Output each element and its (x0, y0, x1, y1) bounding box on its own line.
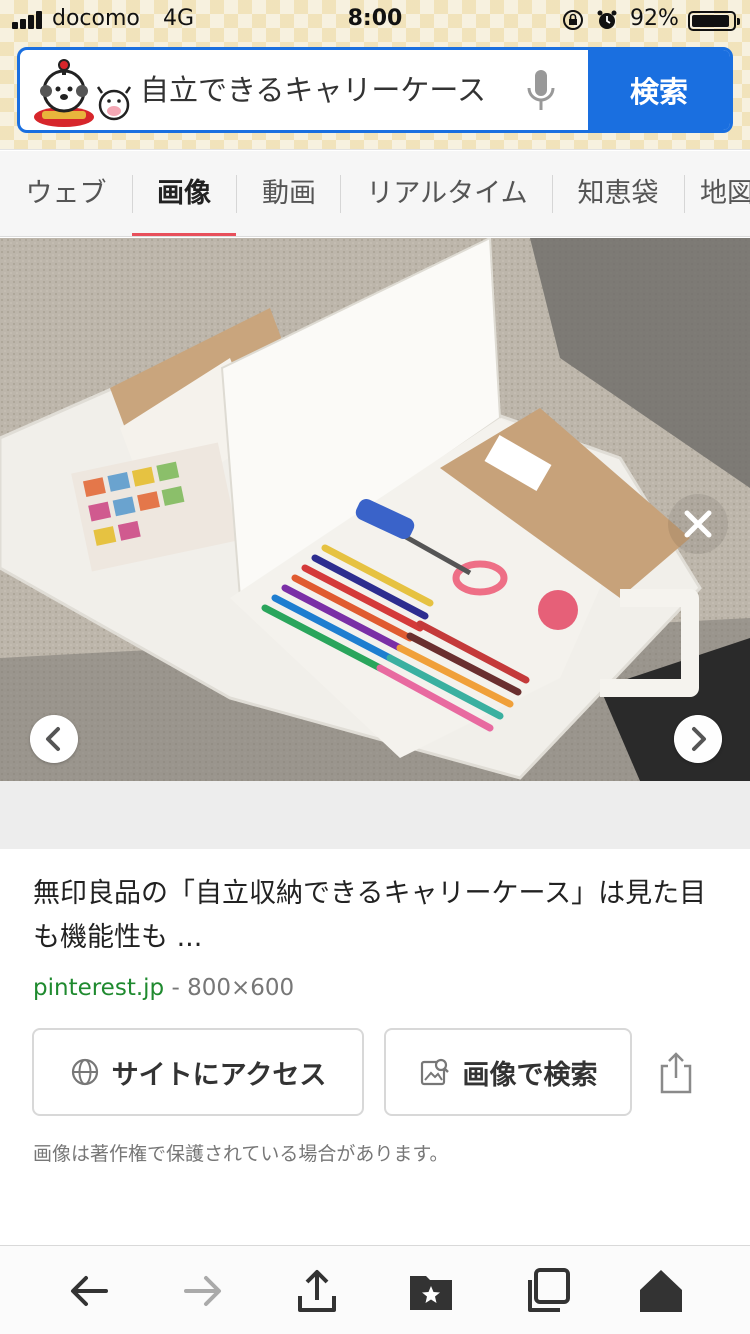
battery-icon (688, 11, 740, 31)
mascot-logo-icon (34, 59, 132, 127)
tab-images[interactable]: 画像 (132, 151, 236, 236)
result-photo[interactable] (0, 238, 750, 781)
tab-realtime[interactable]: リアルタイム (352, 151, 542, 236)
globe-icon (71, 1058, 98, 1086)
microphone-icon[interactable] (525, 68, 557, 114)
visit-site-button[interactable]: サイトにアクセス (32, 1028, 364, 1116)
image-search-label: 画像で検索 (462, 1059, 598, 1090)
tab-chiebukuro[interactable]: 知恵袋 (562, 151, 674, 236)
chevron-left-icon[interactable] (30, 715, 78, 763)
image-search-icon (420, 1058, 449, 1086)
bottom-toolbar (0, 1245, 750, 1334)
home-icon[interactable] (636, 1266, 686, 1316)
result-source: pinterest.jp - 800×600 (33, 975, 294, 1001)
share-icon[interactable] (656, 1050, 696, 1096)
upload-share-icon[interactable] (292, 1266, 342, 1316)
alarm-icon (597, 10, 617, 29)
visit-site-label: サイトにアクセス (111, 1059, 327, 1090)
status-bar: docomo 4G 8:00 92% (0, 0, 750, 40)
viewer-padding (0, 781, 750, 849)
tab-video[interactable]: 動画 (240, 151, 338, 236)
search-tabs: ウェブ 画像 動画 リアルタイム 知恵袋 地図 (0, 151, 750, 237)
battery-percent: 92% (630, 6, 679, 31)
tab-map[interactable]: 地図 (700, 151, 750, 236)
tabs-icon[interactable] (522, 1266, 572, 1316)
forward-arrow-icon[interactable] (178, 1266, 228, 1316)
search-button[interactable]: 検索 (588, 50, 730, 130)
source-domain[interactable]: pinterest.jp (33, 975, 164, 1001)
close-icon[interactable] (668, 494, 728, 554)
result-title[interactable]: 無印良品の「自立収納できるキャリーケース」は見た目も機能性も ... (33, 872, 723, 960)
tab-web[interactable]: ウェブ (18, 151, 114, 236)
image-viewer[interactable] (0, 238, 750, 781)
image-search-button[interactable]: 画像で検索 (384, 1028, 632, 1116)
back-arrow-icon[interactable] (64, 1266, 114, 1316)
image-dimensions: 800×600 (187, 975, 295, 1001)
chevron-right-icon[interactable] (674, 715, 722, 763)
orientation-lock-icon (563, 10, 583, 30)
search-input[interactable] (140, 50, 520, 130)
copyright-notice: 画像は著作権で保護されている場合があります。 (33, 1143, 449, 1165)
bookmark-folder-icon[interactable] (406, 1266, 456, 1316)
search-box: 検索 (17, 47, 733, 133)
header: docomo 4G 8:00 92% 自立できるキャリーケース 検索 (0, 0, 750, 150)
source-separator: - (164, 975, 188, 1001)
